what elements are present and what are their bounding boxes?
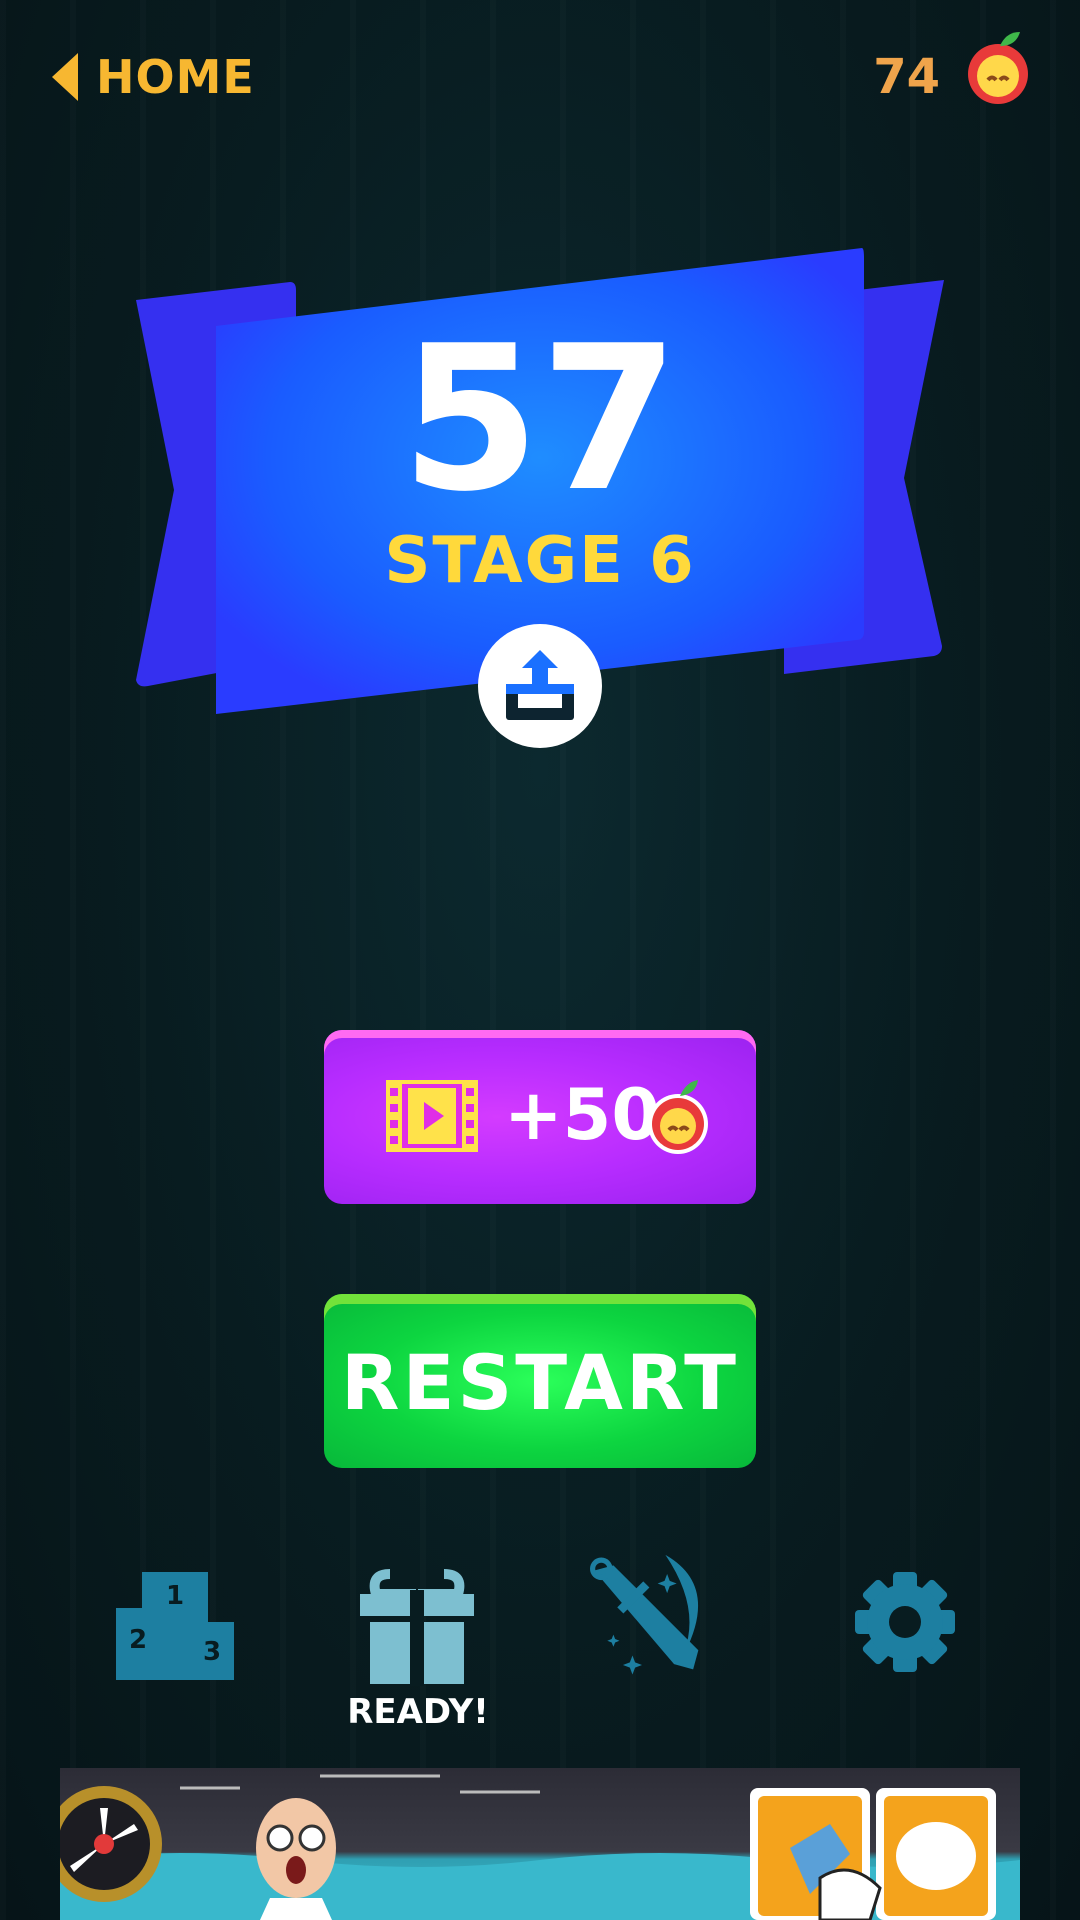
skills-icon[interactable] <box>580 1548 730 1678</box>
apple-icon <box>648 1080 708 1154</box>
ad-artwork <box>60 1774 1020 1920</box>
svg-text:1: 1 <box>166 1581 184 1611</box>
gift-icon[interactable] <box>342 1560 492 1690</box>
gear-icon[interactable] <box>830 1560 980 1690</box>
apple-count: 74 <box>873 49 940 105</box>
restart-label: RESTART <box>341 1338 739 1427</box>
chevron-left-icon <box>52 53 78 101</box>
share-icon <box>506 650 574 720</box>
video-icon <box>386 1080 478 1152</box>
home-label: HOME <box>96 50 255 104</box>
watch-video-reward-button[interactable]: +50 <box>324 1030 756 1204</box>
share-button[interactable] <box>478 624 602 748</box>
home-button[interactable]: HOME <box>52 50 255 104</box>
score-value: 57 <box>400 303 680 536</box>
svg-text:3: 3 <box>203 1637 221 1667</box>
apple-icon <box>968 32 1028 104</box>
stage-label: STAGE 6 <box>384 524 696 598</box>
reward-amount: +50 <box>504 1074 661 1156</box>
ad-banner[interactable] <box>60 1768 1020 1920</box>
restart-button[interactable]: RESTART <box>324 1294 756 1468</box>
leaderboard-icon[interactable]: 1 2 3 <box>100 1560 250 1690</box>
gift-status-label: READY! <box>347 1692 489 1732</box>
svg-text:2: 2 <box>129 1625 147 1655</box>
